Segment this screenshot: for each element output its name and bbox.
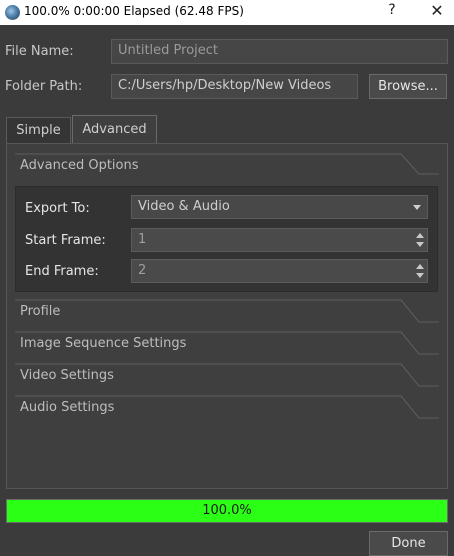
help-icon[interactable]: ? <box>382 2 402 22</box>
advanced-options-label: Advanced Options <box>20 158 139 173</box>
image-sequence-section-header[interactable]: Image Sequence Settings <box>15 330 439 361</box>
end-frame-value: 2 <box>138 263 147 278</box>
chevron-down-icon <box>413 205 421 210</box>
section-header-outline <box>15 299 439 323</box>
step-down-icon[interactable] <box>416 273 424 278</box>
app-icon <box>5 5 20 20</box>
profile-section-header[interactable]: Profile <box>15 298 439 329</box>
video-settings-section-label: Video Settings <box>20 368 114 383</box>
title-bar: 100.0% 0:00:00 Elapsed (62.48 FPS) ? ✕ <box>0 0 454 25</box>
advanced-options-header[interactable]: Advanced Options <box>15 152 439 183</box>
folder-path-input[interactable]: C:/Users/hp/Desktop/New Videos <box>111 74 358 99</box>
end-frame-spinbox[interactable]: 2 <box>131 259 428 283</box>
end-frame-stepper[interactable] <box>414 261 426 281</box>
step-down-icon[interactable] <box>416 242 424 247</box>
progress-text: 100.0% <box>202 503 252 518</box>
folder-path-label: Folder Path: <box>5 79 83 94</box>
done-button[interactable]: Done <box>369 531 448 556</box>
start-frame-label: Start Frame: <box>25 233 106 248</box>
window-title: 100.0% 0:00:00 Elapsed (62.48 FPS) <box>24 4 244 18</box>
end-frame-label: End Frame: <box>25 264 99 279</box>
tab-simple[interactable]: Simple <box>6 117 71 144</box>
audio-settings-section-header[interactable]: Audio Settings <box>15 394 439 425</box>
step-up-icon[interactable] <box>416 233 424 238</box>
tab-advanced[interactable]: Advanced <box>72 115 157 144</box>
export-to-value: Video & Audio <box>138 199 230 214</box>
export-to-select[interactable]: Video & Audio <box>131 195 428 219</box>
export-to-label: Export To: <box>25 201 90 216</box>
export-progress-bar: 100.0% <box>6 499 448 523</box>
file-name-input[interactable]: Untitled Project <box>111 39 448 64</box>
image-sequence-section-label: Image Sequence Settings <box>20 336 187 351</box>
step-up-icon[interactable] <box>416 264 424 269</box>
profile-section-label: Profile <box>20 304 61 319</box>
start-frame-stepper[interactable] <box>414 230 426 250</box>
file-name-label: File Name: <box>5 44 74 59</box>
video-settings-section-header[interactable]: Video Settings <box>15 362 439 393</box>
start-frame-value: 1 <box>138 232 147 247</box>
browse-button[interactable]: Browse... <box>369 74 447 99</box>
audio-settings-section-label: Audio Settings <box>20 400 115 415</box>
start-frame-spinbox[interactable]: 1 <box>131 228 428 252</box>
close-icon[interactable]: ✕ <box>425 1 449 23</box>
